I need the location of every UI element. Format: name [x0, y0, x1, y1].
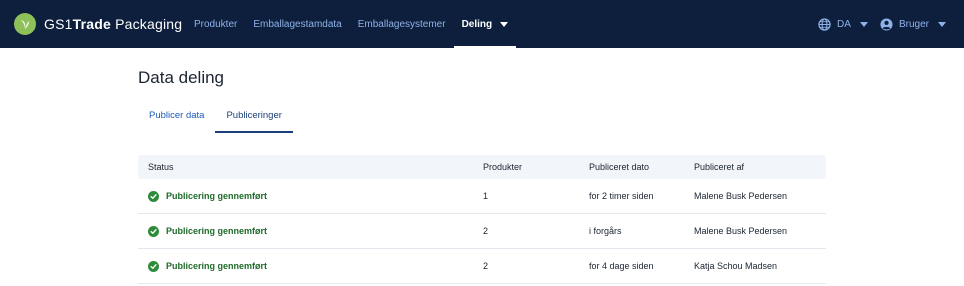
- published-date-cell: for 2 timer siden: [589, 191, 654, 201]
- page-title: Data deling: [138, 68, 225, 87]
- top-navigation-bar: GS1Trade Packaging Produkter Emballagest…: [0, 0, 964, 48]
- products-cell: 2: [483, 226, 489, 236]
- nav-item-label: Emballagesystemer: [357, 18, 446, 30]
- status-cell: Publicering gennemført: [138, 225, 483, 237]
- brand-prefix: GS1: [44, 16, 73, 32]
- chevron-down-icon: [500, 21, 509, 27]
- table-header: Status Produkter Publiceret dato Publice…: [138, 155, 826, 179]
- status-text: Publicering gennemført: [166, 261, 268, 271]
- status-cell: Publicering gennemført: [138, 190, 483, 202]
- status-text: Publicering gennemført: [166, 226, 268, 236]
- brand-bold: Trade: [72, 16, 111, 32]
- chevron-down-icon: [859, 21, 868, 27]
- table-row[interactable]: Publicering gennemført 1 for 2 timer sid…: [138, 179, 826, 214]
- nav-item-label: Produkter: [194, 18, 238, 30]
- gs1-leaf-icon: [14, 13, 36, 35]
- language-selector[interactable]: DA: [818, 0, 868, 48]
- user-avatar-icon: [880, 17, 893, 31]
- published-date-cell: for 4 dage siden: [589, 261, 654, 271]
- nav-item-emballagesystemer[interactable]: Emballagesystemer: [350, 0, 454, 48]
- column-header-published-date: Publiceret dato: [589, 162, 650, 172]
- check-circle-icon: [148, 225, 159, 237]
- published-by-cell: Katja Schou Madsen: [694, 261, 778, 271]
- published-date-cell: i forgårs: [589, 226, 622, 236]
- chevron-down-icon: [938, 21, 947, 27]
- table-row[interactable]: Publicering gennemført 2 i forgårs Malen…: [138, 214, 826, 249]
- brand-logo-link[interactable]: GS1Trade Packaging: [14, 12, 182, 36]
- tab-publiceringer[interactable]: Publiceringer: [215, 108, 294, 133]
- column-header-status: Status: [148, 162, 174, 172]
- status-cell: Publicering gennemført: [138, 260, 483, 272]
- main-nav: Produkter Emballagestamdata Emballagesys…: [186, 0, 516, 48]
- tabs: Publicer data Publiceringer: [138, 108, 294, 133]
- tab-publicer-data[interactable]: Publicer data: [138, 108, 215, 133]
- products-cell: 1: [483, 191, 489, 201]
- published-by-cell: Malene Busk Pedersen: [694, 226, 788, 236]
- products-cell: 2: [483, 261, 489, 271]
- tab-label: Publiceringer: [226, 110, 282, 121]
- publications-table: Status Produkter Publiceret dato Publice…: [138, 155, 826, 284]
- user-label: Bruger: [899, 18, 930, 30]
- column-header-published-by: Publiceret af: [694, 162, 745, 172]
- nav-item-deling[interactable]: Deling: [453, 0, 517, 48]
- user-menu[interactable]: Bruger: [880, 0, 947, 48]
- brand-name: GS1Trade Packaging: [44, 16, 182, 32]
- check-circle-icon: [148, 260, 159, 272]
- column-header-products: Produkter: [483, 162, 523, 172]
- check-circle-icon: [148, 190, 159, 202]
- published-by-cell: Malene Busk Pedersen: [694, 191, 788, 201]
- status-text: Publicering gennemført: [166, 191, 268, 201]
- nav-item-label: Deling: [461, 18, 493, 30]
- nav-item-produkter[interactable]: Produkter: [186, 0, 245, 48]
- nav-item-label: Emballagestamdata: [253, 18, 342, 30]
- nav-item-emballagestamdata[interactable]: Emballagestamdata: [245, 0, 349, 48]
- table-row[interactable]: Publicering gennemført 2 for 4 dage side…: [138, 249, 826, 284]
- tab-label: Publicer data: [149, 110, 205, 121]
- globe-icon: [818, 17, 831, 31]
- brand-suffix: Packaging: [110, 16, 183, 32]
- language-label: DA: [837, 18, 851, 30]
